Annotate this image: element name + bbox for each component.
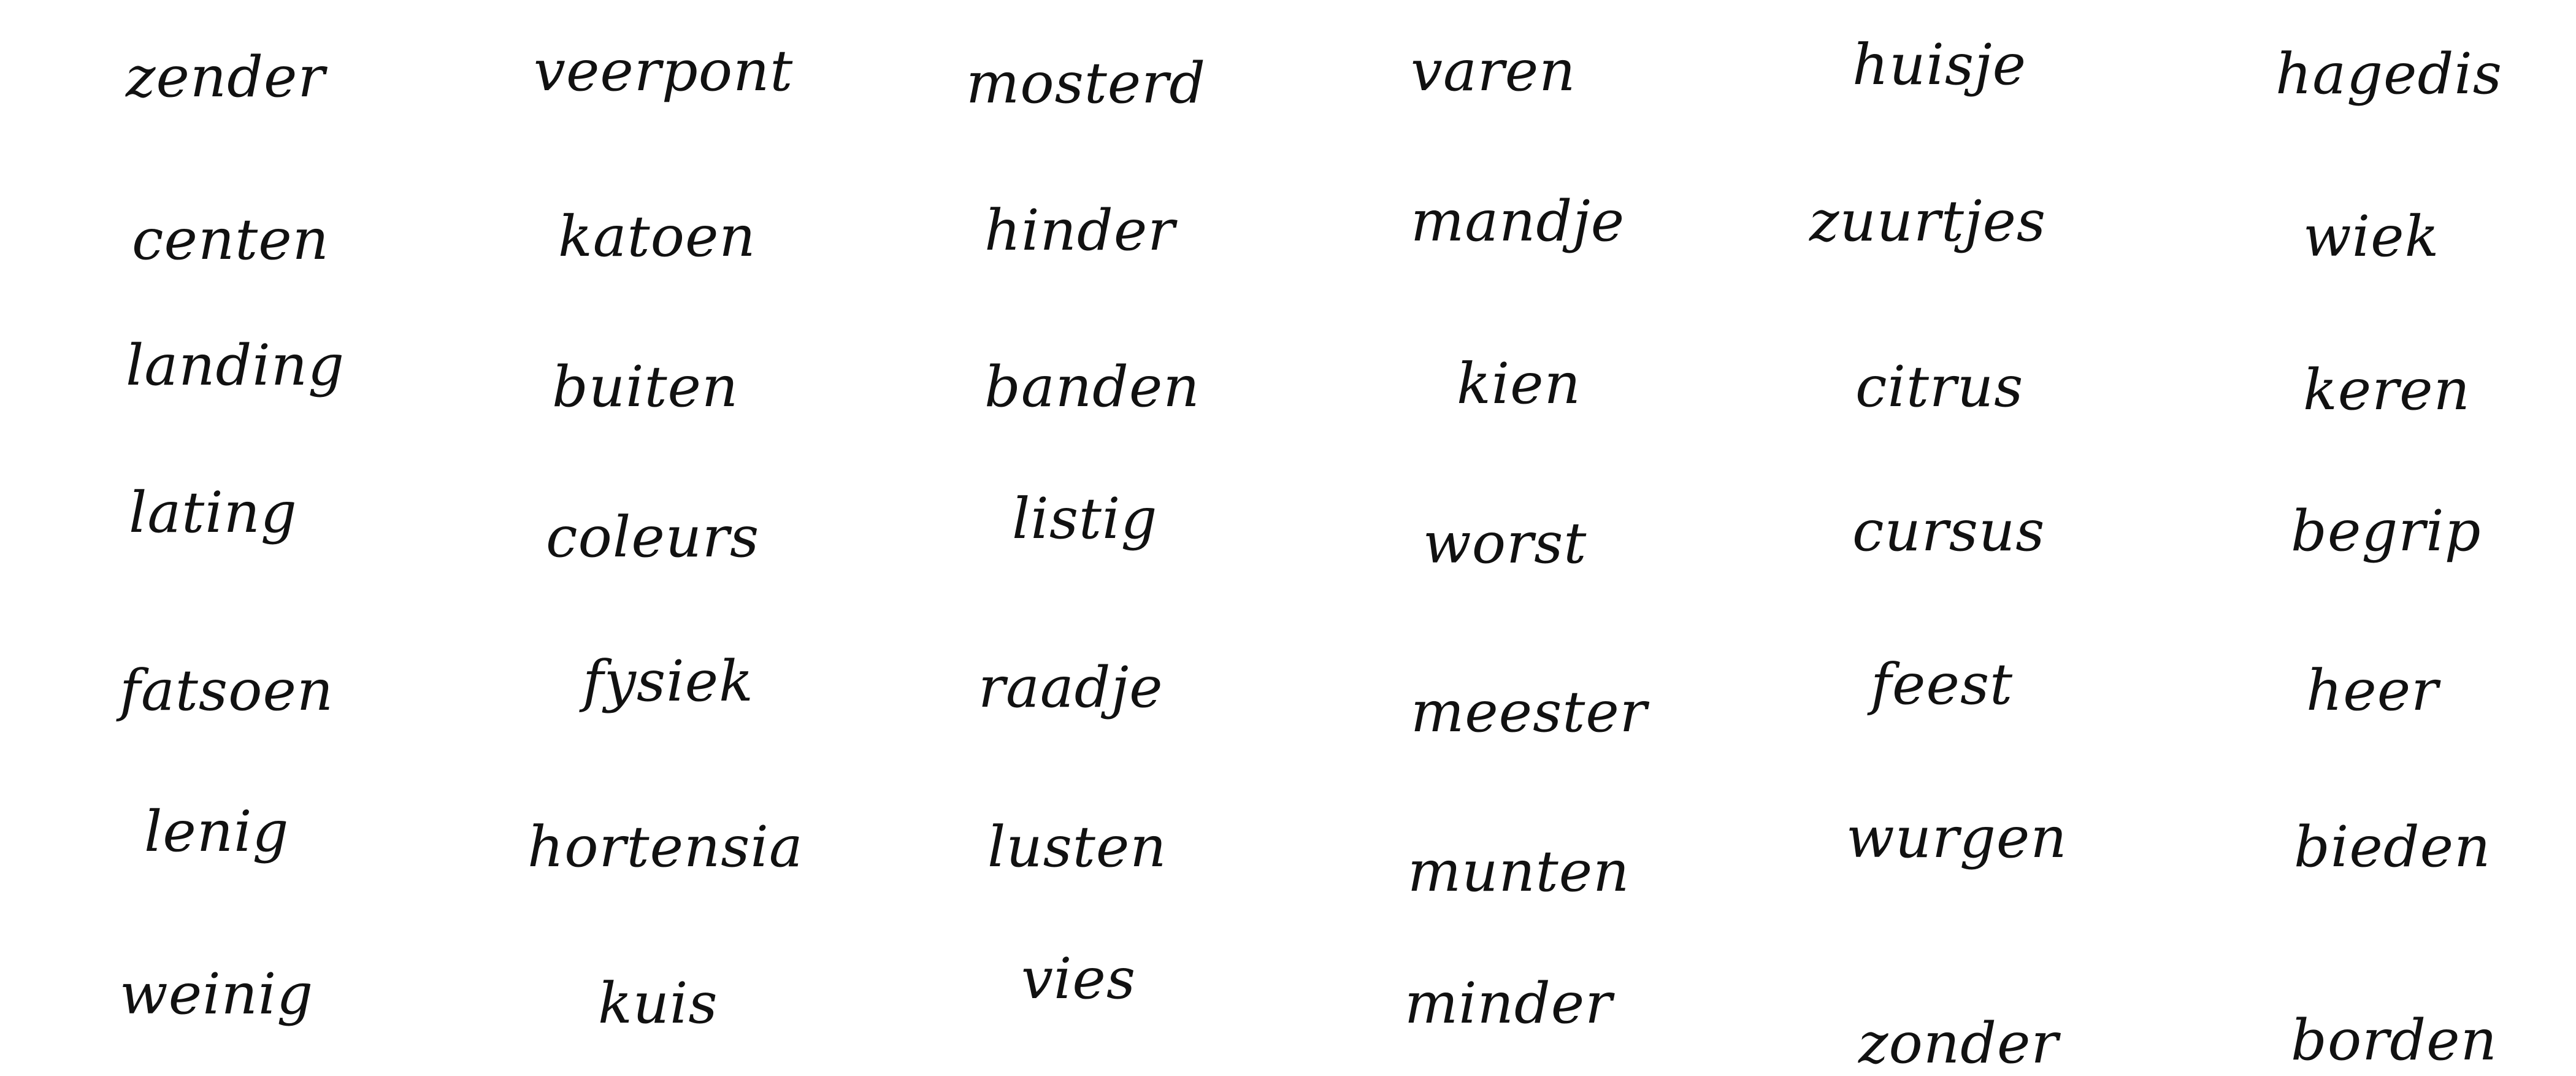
word-banden: banden [984,354,1200,420]
word-meester: meester [1411,679,1647,745]
word-begrip: begrip [2291,498,2482,564]
word-bieden: bieden [2294,814,2491,880]
word-feest: feest [1871,651,2014,717]
word-zuurtjes: zuurtjes [1809,188,2047,254]
word-raadje: raadje [978,655,1163,720]
word-lating: lating [129,480,297,545]
word-buiten: buiten [552,354,739,420]
handwriting-sheet: zender veerpont mosterd varen huisje hag… [0,0,2576,1074]
word-fatsoen: fatsoen [120,658,334,723]
word-weinig: weinig [120,961,314,1027]
word-kuis: kuis [598,970,718,1036]
word-keren: keren [2303,357,2471,423]
word-borden: borden [2291,1007,2497,1073]
word-wiek: wiek [2303,204,2440,269]
word-mandje: mandje [1411,188,1625,254]
word-wurgen: wurgen [1846,805,2068,870]
word-katoen: katoen [558,204,756,269]
word-minder: minder [1405,970,1613,1036]
word-landing: landing [126,332,345,398]
word-listig: listig [1012,486,1158,551]
word-mosterd: mosterd [966,50,1206,116]
word-fysiek: fysiek [583,648,754,714]
word-munten: munten [1408,839,1630,904]
word-hinder: hinder [984,198,1176,263]
word-worst: worst [1423,510,1587,576]
word-hortensia: hortensia [527,814,803,880]
word-hagedis: hagedis [2275,41,2502,107]
word-lenig: lenig [144,799,289,864]
word-centen: centen [132,207,329,272]
word-huisje: huisje [1852,32,2027,98]
word-kien: kien [1457,351,1581,417]
word-veerpont: veerpont [534,38,794,104]
word-cursus: cursus [1852,498,2045,564]
word-lusten: lusten [987,814,1167,880]
word-zonder: zonder [1858,1010,2059,1076]
word-vies: vies [1021,946,1137,1012]
word-varen: varen [1411,38,1576,104]
word-zender: zender [126,44,326,110]
word-citrus: citrus [1855,354,2024,420]
word-coleurs: coleurs [546,504,760,570]
word-heer: heer [2306,658,2439,723]
